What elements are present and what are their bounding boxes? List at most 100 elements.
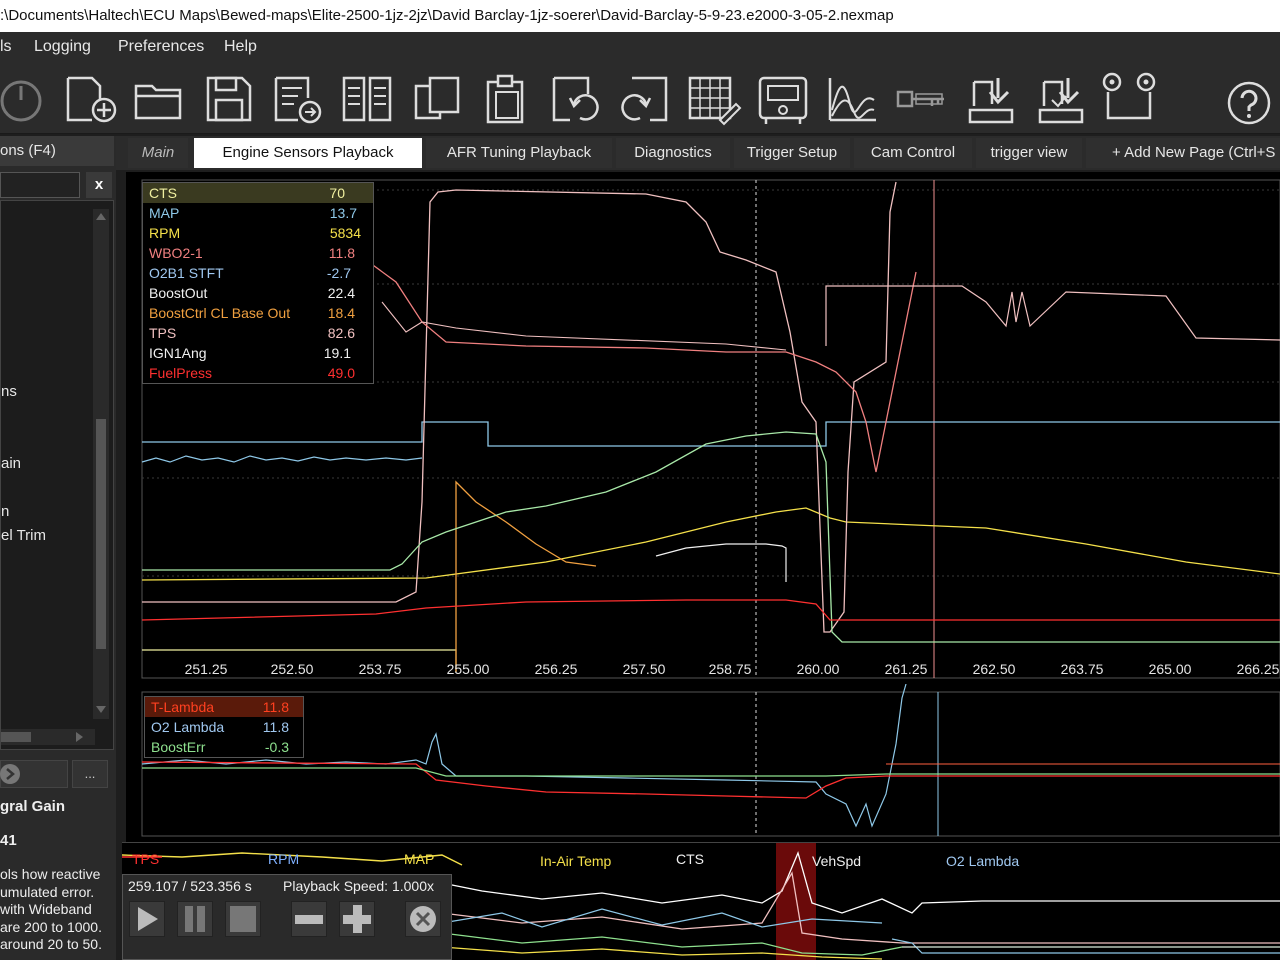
legend-row-fuelpress[interactable]: FuelPress 49.0 xyxy=(143,363,373,383)
close-playback-button[interactable] xyxy=(405,901,441,937)
list-item[interactable]: el Trim xyxy=(1,527,46,544)
strip-label-cts: CTS xyxy=(676,851,704,867)
menu-preferences[interactable]: Preferences xyxy=(118,32,204,62)
legend-row-o2b1-stft[interactable]: O2B1 STFT -2.7 xyxy=(143,263,373,283)
pause-button[interactable] xyxy=(177,901,213,937)
play-icon xyxy=(138,907,158,931)
x-tick-label: 258.75 xyxy=(709,661,752,677)
arrow-button[interactable] xyxy=(0,760,68,788)
list-item[interactable]: ain xyxy=(1,455,21,472)
menu-tools[interactable]: ls xyxy=(0,32,12,62)
tab-trigger-view[interactable]: trigger view xyxy=(976,138,1082,168)
upload-icon[interactable] xyxy=(1032,70,1090,128)
x-tick-label: 252.50 xyxy=(271,661,314,677)
x-tick-label: 255.00 xyxy=(447,661,490,677)
undo-icon[interactable] xyxy=(546,70,604,128)
scroll-thumb[interactable] xyxy=(1,732,31,742)
list-item[interactable]: n xyxy=(1,503,9,520)
help-icon[interactable] xyxy=(1220,70,1278,128)
copy-icon[interactable] xyxy=(408,70,466,128)
lower-legend: T-Lambda 11.8 O2 Lambda 11.8 BoostErr -0… xyxy=(144,696,304,758)
legend-row-boostctrl[interactable]: BoostCtrl CL Base Out 18.4 xyxy=(143,303,373,323)
tab-cam-control[interactable]: Cam Control xyxy=(854,138,972,168)
scroll-thumb[interactable] xyxy=(96,419,106,649)
strip-label-vehspd: VehSpd xyxy=(812,853,862,869)
strip-label-tps: TPS xyxy=(132,851,160,867)
settings-list: ns ain n el Trim xyxy=(0,200,114,750)
compare-icon[interactable] xyxy=(338,70,396,128)
horizontal-scrollbar[interactable] xyxy=(1,729,95,745)
tab-afr-tuning-playback[interactable]: AFR Tuning Playback xyxy=(426,138,612,168)
faster-button[interactable] xyxy=(339,901,375,937)
legend-row-ign1ang[interactable]: IGN1Ang 19.1 xyxy=(143,343,373,363)
menu-logging[interactable]: Logging xyxy=(34,32,91,62)
redo-icon[interactable] xyxy=(616,70,674,128)
main-legend: CTS 70 MAP 13.7 RPM 5834 WBO2-1 11.8 O2B… xyxy=(142,182,374,384)
scroll-right-icon[interactable] xyxy=(75,731,85,743)
x-tick-label: 261.25 xyxy=(885,661,928,677)
tab-engine-sensors-playback[interactable]: Engine Sensors Playback xyxy=(194,138,422,168)
key-icon[interactable] xyxy=(892,70,950,128)
table-edit-icon[interactable] xyxy=(684,70,742,128)
list-item[interactable]: ns xyxy=(1,383,17,400)
save-icon[interactable] xyxy=(200,70,258,128)
side-panel: ons (F4) x ns ain n el Trim ... gral Gai… xyxy=(0,136,116,960)
open-folder-icon[interactable] xyxy=(130,70,188,128)
stop-button[interactable] xyxy=(225,901,261,937)
scroll-down-icon[interactable] xyxy=(95,705,107,715)
legend-row-cts[interactable]: CTS 70 xyxy=(143,183,373,203)
legend-row-tps[interactable]: TPS 82.6 xyxy=(143,323,373,343)
legend-row-o2-lambda[interactable]: O2 Lambda 11.8 xyxy=(145,717,303,737)
tab-main[interactable]: Main xyxy=(128,138,188,168)
playback-speed: Playback Speed: 1.000x xyxy=(283,878,434,894)
legend-row-rpm[interactable]: RPM 5834 xyxy=(143,223,373,243)
x-tick-label: 256.25 xyxy=(535,661,578,677)
stop-icon xyxy=(230,906,256,932)
x-tick-label: 266.25 xyxy=(1237,661,1280,677)
strip-label-rpm: RPM xyxy=(268,851,300,867)
strip-label-map: MAP xyxy=(404,851,435,867)
legend-row-map[interactable]: MAP 13.7 xyxy=(143,203,373,223)
arrow-right-icon xyxy=(0,764,20,784)
play-button[interactable] xyxy=(129,901,165,937)
menu-bar: ls Logging Preferences Help xyxy=(0,32,1280,62)
legend-row-boosterr[interactable]: BoostErr -0.3 xyxy=(145,737,303,757)
x-tick-label: 253.75 xyxy=(359,661,402,677)
property-value[interactable]: 41 xyxy=(0,832,17,849)
power-icon[interactable] xyxy=(0,70,50,128)
playback-time: 259.107 / 523.356 s xyxy=(128,878,252,894)
legend-row-boostout[interactable]: BoostOut 22.4 xyxy=(143,283,373,303)
legend-row-t-lambda[interactable]: T-Lambda 11.8 xyxy=(145,697,303,717)
plus-icon xyxy=(343,905,371,933)
strip-label-in-air-temp: In-Air Temp xyxy=(540,853,612,869)
ecu-program-icon[interactable] xyxy=(754,70,812,128)
menu-help[interactable]: Help xyxy=(224,32,257,62)
playback-controls: 259.107 / 523.356 s Playback Speed: 1.00… xyxy=(122,874,452,960)
export-icon[interactable] xyxy=(268,70,326,128)
x-tick-label: 263.75 xyxy=(1061,661,1104,677)
new-file-icon[interactable] xyxy=(62,70,120,128)
clipboard-icon[interactable] xyxy=(478,70,536,128)
close-icon[interactable]: x xyxy=(86,172,112,198)
search-input[interactable] xyxy=(0,172,80,198)
property-description: ols how reactive umulated error. with Wi… xyxy=(0,866,102,952)
tab-trigger-setup[interactable]: Trigger Setup xyxy=(734,138,850,168)
tab-diagnostics[interactable]: Diagnostics xyxy=(616,138,730,168)
x-tick-label: 260.00 xyxy=(797,661,840,677)
strip-label-o2-lambda: O2 Lambda xyxy=(946,853,1020,869)
property-title: gral Gain xyxy=(0,798,66,815)
download-icon[interactable] xyxy=(962,70,1020,128)
close-circle-icon xyxy=(410,906,436,932)
vertical-scrollbar[interactable] xyxy=(93,209,109,719)
legend-row-wbo2[interactable]: WBO2-1 11.8 xyxy=(143,243,373,263)
tab-add-new-page[interactable]: + Add New Page (Ctrl+S xyxy=(1086,138,1280,168)
window-title: :\Documents\Haltech\ECU Maps\Bewed-maps\… xyxy=(0,0,1280,32)
more-button[interactable]: ... xyxy=(72,760,108,788)
scroll-up-icon[interactable] xyxy=(95,211,107,221)
side-panel-header: ons (F4) xyxy=(0,136,114,166)
toolbar xyxy=(0,62,1280,134)
slower-button[interactable] xyxy=(291,901,327,937)
pause-icon xyxy=(185,906,205,932)
graph-icon[interactable] xyxy=(824,70,882,128)
connect-icon[interactable] xyxy=(1100,70,1158,128)
